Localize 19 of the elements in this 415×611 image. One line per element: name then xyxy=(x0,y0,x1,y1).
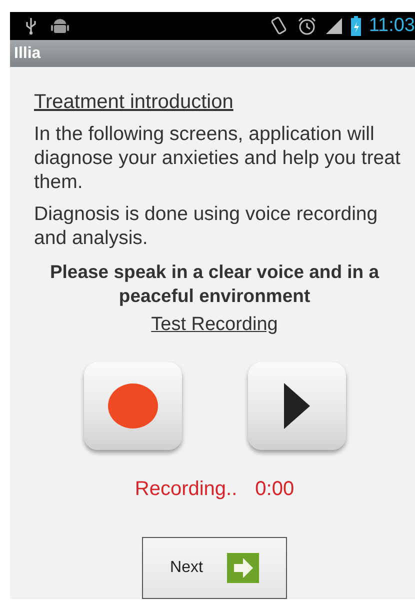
alarm-icon xyxy=(296,16,317,36)
section-heading: Treatment introduction xyxy=(34,91,234,114)
record-button[interactable] xyxy=(84,362,182,450)
intro-paragraph: In the following screens, application will diagnose your anxieties and help you treat them. xyxy=(34,122,402,194)
intro-paragraph: Diagnosis is done using voice recording and analysis. xyxy=(34,202,379,250)
next-button[interactable]: Next xyxy=(142,537,287,599)
rotate-icon xyxy=(268,16,289,36)
play-icon xyxy=(282,383,310,429)
app-title: Illia xyxy=(14,44,41,63)
clock-time: 11:03 xyxy=(368,15,415,38)
play-button[interactable] xyxy=(248,362,346,450)
recording-time: 0:00 xyxy=(255,478,294,501)
signal-icon xyxy=(324,17,343,36)
instruction-text: Please speak in a clear voice and in a peaceful environment xyxy=(48,260,380,308)
record-icon xyxy=(106,383,158,429)
usb-icon xyxy=(24,17,38,36)
recording-status: Recording.. xyxy=(134,478,238,501)
battery-icon xyxy=(350,16,361,36)
test-recording-link[interactable]: Test Recording xyxy=(151,314,278,336)
